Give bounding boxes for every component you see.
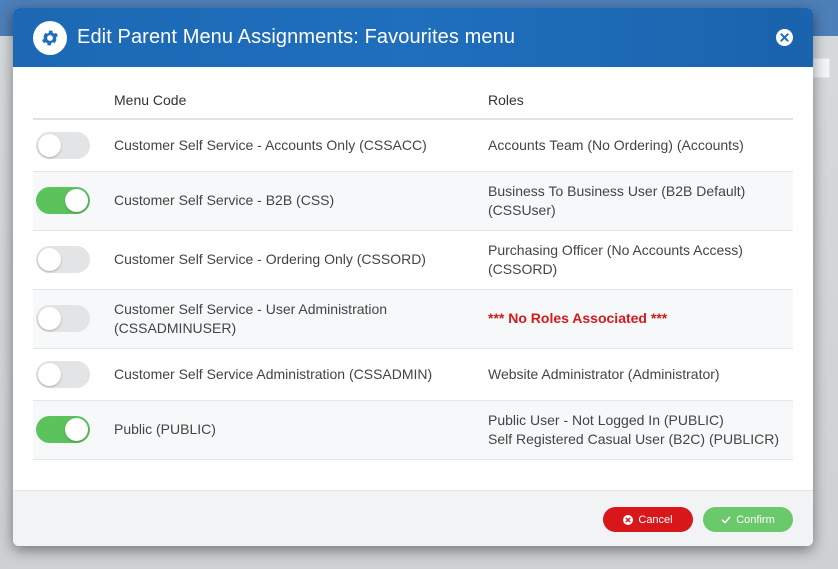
- toggle-knob: [38, 307, 61, 330]
- gear-icon: [33, 20, 67, 55]
- menu-code-cell: Customer Self Service - Ordering Only (C…: [114, 230, 488, 290]
- menu-code-cell: Customer Self Service - B2B (CSS): [114, 171, 488, 231]
- cancel-button[interactable]: Cancel: [603, 507, 693, 532]
- dialog-header: Edit Parent Menu Assignments: Favourites…: [13, 8, 813, 67]
- assignment-toggle[interactable]: [36, 416, 90, 443]
- role-line: Self Registered Casual User (B2C) (PUBLI…: [488, 430, 779, 447]
- roles-cell: Purchasing Officer (No Accounts Access) …: [488, 230, 793, 290]
- menu-code-cell: Customer Self Service - Accounts Only (C…: [114, 119, 488, 172]
- cancel-label: Cancel: [638, 513, 673, 526]
- role-line: Purchasing Officer (No Accounts Access): [488, 241, 743, 258]
- toggle-knob: [38, 362, 61, 386]
- dialog-body: Menu Code Roles Customer Self Service - …: [33, 67, 793, 460]
- table-row: Customer Self Service - User Administrat…: [33, 289, 793, 349]
- table-row: Customer Self Service - Accounts Only (C…: [33, 119, 793, 172]
- dialog-title: Edit Parent Menu Assignments: Favourites…: [77, 26, 516, 48]
- role-line: (CSSUser): [488, 201, 556, 218]
- roles-cell: Website Administrator (Administrator): [488, 348, 793, 401]
- checkmark-icon: [721, 515, 731, 525]
- edit-parent-menu-dialog: Edit Parent Menu Assignments: Favourites…: [13, 8, 813, 546]
- role-line: Public User - Not Logged In (PUBLIC): [488, 411, 724, 428]
- role-line: (CSSORD): [488, 260, 558, 277]
- toggle-knob: [38, 248, 61, 271]
- toggle-knob: [65, 189, 88, 212]
- table-header-row: Menu Code Roles: [33, 67, 793, 120]
- confirm-label: Confirm: [736, 513, 775, 526]
- assignment-toggle[interactable]: [36, 246, 90, 273]
- roles-cell: Business To Business User (B2B Default) …: [488, 171, 793, 231]
- roles-cell: Accounts Team (No Ordering) (Accounts): [488, 119, 793, 172]
- close-icon[interactable]: [776, 29, 793, 46]
- assignment-toggle[interactable]: [36, 131, 90, 159]
- role-line: Accounts Team (No Ordering) (Accounts): [488, 136, 744, 153]
- menu-code-line: (CSSADMINUSER): [114, 319, 237, 336]
- table-row: Public (PUBLIC) Public User - Not Logged…: [33, 400, 793, 460]
- table-row: Customer Self Service - Ordering Only (C…: [33, 230, 793, 290]
- table-row: Customer Self Service Administration (CS…: [33, 348, 793, 401]
- no-roles-warning: *** No Roles Associated ***: [488, 310, 668, 326]
- menu-code-cell: Customer Self Service Administration (CS…: [114, 348, 488, 401]
- role-line: Business To Business User (B2B Default): [488, 182, 746, 199]
- dialog-footer: Cancel Confirm: [13, 490, 813, 546]
- assignment-toggle[interactable]: [36, 305, 90, 332]
- header-roles: Roles: [488, 67, 793, 120]
- roles-cell: Public User - Not Logged In (PUBLIC) Sel…: [488, 400, 793, 460]
- cancel-circle-icon: [623, 514, 634, 525]
- menu-assignments-table: Menu Code Roles Customer Self Service - …: [33, 67, 793, 460]
- header-toggle: [33, 67, 114, 120]
- header-menu-code: Menu Code: [114, 67, 488, 120]
- menu-code-cell: Customer Self Service - User Administrat…: [114, 289, 488, 349]
- toggle-knob: [65, 418, 88, 441]
- menu-code-cell: Public (PUBLIC): [114, 400, 488, 460]
- assignment-toggle[interactable]: [36, 187, 90, 214]
- menu-code-line: Customer Self Service - User Administrat…: [114, 300, 388, 317]
- table-row: Customer Self Service - B2B (CSS) Busine…: [33, 171, 793, 231]
- assignment-toggle[interactable]: [36, 360, 90, 388]
- confirm-button[interactable]: Confirm: [703, 507, 793, 532]
- toggle-knob: [38, 133, 61, 157]
- role-line: Website Administrator (Administrator): [488, 365, 720, 382]
- roles-cell: *** No Roles Associated ***: [488, 289, 793, 349]
